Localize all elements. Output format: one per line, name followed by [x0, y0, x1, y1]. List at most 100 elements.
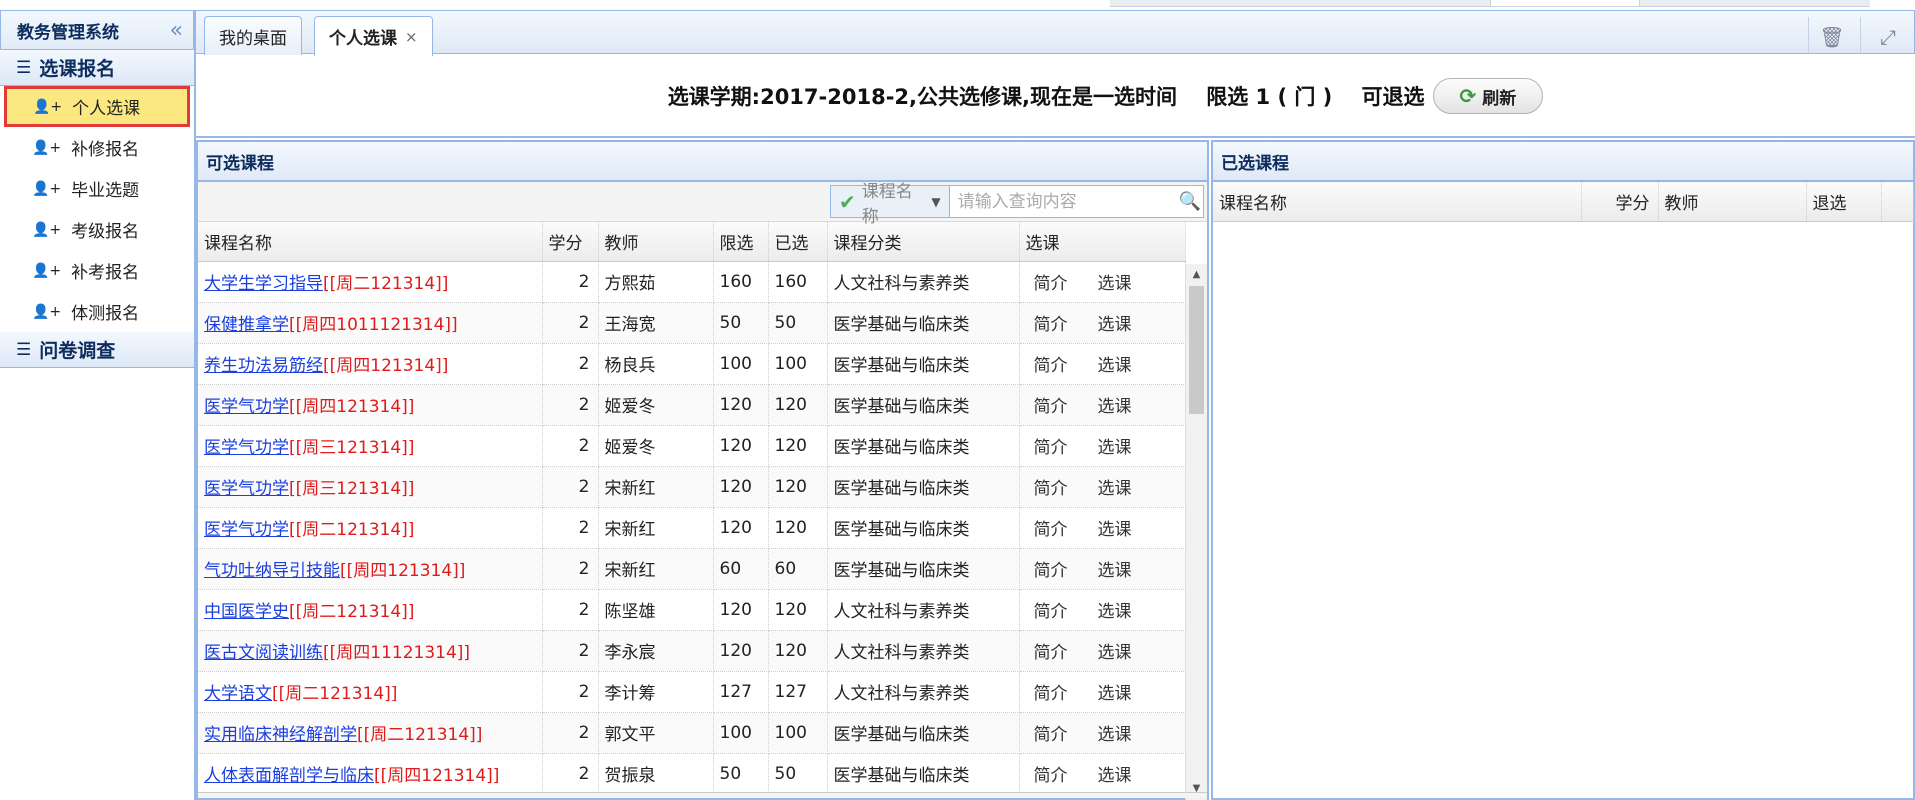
intro-link[interactable]: 简介: [1034, 684, 1068, 704]
select-course-link[interactable]: 选课: [1098, 520, 1132, 540]
credit-cell: 2: [542, 630, 599, 672]
sidebar-item-label: 考级报名: [71, 222, 140, 242]
course-name-link[interactable]: 人体表面解剖学与临床: [204, 766, 374, 786]
intro-link[interactable]: 简介: [1034, 725, 1068, 745]
intro-link[interactable]: 简介: [1034, 766, 1068, 786]
course-name-link[interactable]: 医学气功学: [204, 520, 289, 540]
course-time: [[周三121314]]: [289, 438, 415, 458]
sidebar-group-course-signup[interactable]: ☰ 选课报名: [0, 50, 194, 86]
tab-label: 个人选课: [329, 29, 397, 49]
action-cell: 简介 选课: [1019, 507, 1186, 549]
select-course-link[interactable]: 选课: [1098, 684, 1132, 704]
action-cell: 简介 选课: [1019, 343, 1186, 385]
course-name-link[interactable]: 实用临床神经解剖学: [204, 725, 357, 745]
select-course-link[interactable]: 选课: [1098, 315, 1132, 335]
sidebar-item-label: 个人选课: [72, 99, 141, 119]
column-header[interactable]: 课程名称: [1213, 182, 1582, 222]
column-header[interactable]: 教师: [1658, 182, 1807, 222]
course-name-cell: 大学生学习指导[[周二121314]]: [198, 261, 543, 303]
sidebar-item-makeup-exam[interactable]: 👤+ 补考报名: [0, 250, 194, 291]
sidebar-group-survey[interactable]: ☰ 问卷调查: [0, 332, 194, 368]
select-course-link[interactable]: 选课: [1098, 274, 1132, 294]
course-name-link[interactable]: 医古文阅读训练: [204, 643, 323, 663]
credit-cell: 2: [542, 466, 599, 508]
available-courses-body: 大学生学习指导[[周二121314]] 2 方熙茹 160 160 人文社科与素养类 简介选…: [198, 261, 1186, 795]
refresh-button[interactable]: ⟳ 刷新: [1432, 78, 1544, 114]
course-name-link[interactable]: 保健推拿学: [204, 315, 289, 335]
select-course-link[interactable]: 选课: [1098, 602, 1132, 622]
selected-count-cell: 160: [768, 261, 828, 303]
column-header[interactable]: 教师: [598, 222, 714, 262]
select-course-link[interactable]: 选课: [1098, 725, 1132, 745]
column-header[interactable]: 选课: [1019, 222, 1186, 262]
intro-link[interactable]: 简介: [1034, 438, 1068, 458]
action-cell: 简介 选课: [1019, 425, 1186, 467]
selection-info-text: 选课学期:2017-2018-2,公共选修课,现在是一选时间 限选 1 ( 门 …: [667, 85, 1425, 109]
course-name-link[interactable]: 养生功法易筋经: [204, 356, 323, 376]
course-name-link[interactable]: 中国医学史: [204, 602, 289, 622]
intro-link[interactable]: 简介: [1034, 520, 1068, 540]
course-time: [[周二121314]]: [272, 684, 398, 704]
select-course-link[interactable]: 选课: [1098, 643, 1132, 663]
column-header[interactable]: 退选: [1806, 182, 1882, 222]
teacher-cell: 宋新红: [598, 507, 714, 549]
intro-link[interactable]: 简介: [1034, 356, 1068, 376]
select-course-link[interactable]: 选课: [1098, 356, 1132, 376]
select-course-link[interactable]: 选课: [1098, 766, 1132, 786]
table-row: 医学气功学[[周三121314]] 2 姬爱冬 120 120 医学基础与临床类 简介 选课: [198, 425, 1186, 467]
collapse-icon[interactable]: «: [170, 18, 193, 43]
intro-link[interactable]: 简介: [1034, 561, 1068, 581]
sidebar-item-personal-course[interactable]: 👤+ 个人选课: [4, 86, 190, 127]
scroll-thumb[interactable]: [1189, 286, 1204, 414]
intro-link[interactable]: 简介: [1034, 479, 1068, 499]
intro-link[interactable]: 简介: [1034, 315, 1068, 335]
select-course-link[interactable]: 选课: [1098, 397, 1132, 417]
tab-my-desktop[interactable]: 我的桌面: [204, 16, 302, 55]
column-header[interactable]: 课程名称: [198, 222, 543, 262]
select-course-link[interactable]: 选课: [1098, 479, 1132, 499]
course-name-link[interactable]: 医学气功学: [204, 397, 289, 417]
column-header[interactable]: 学分: [542, 222, 599, 262]
fullscreen-icon[interactable]: ⤢: [1870, 23, 1906, 51]
search-category-dropdown[interactable]: ✔ 课程名称 ▼: [831, 182, 950, 227]
course-name-link[interactable]: 气功吐纳导引技能: [204, 561, 340, 581]
column-header[interactable]: 课程分类: [827, 222, 1020, 262]
course-name-link[interactable]: 大学生学习指导: [204, 274, 323, 294]
teacher-cell: 贺振泉: [598, 753, 714, 795]
select-course-link[interactable]: 选课: [1098, 561, 1132, 581]
selected-count-cell: 120: [768, 507, 828, 549]
column-header[interactable]: 限选: [713, 222, 769, 262]
course-name-link[interactable]: 大学语文: [204, 684, 272, 704]
intro-link[interactable]: 简介: [1034, 397, 1068, 417]
sidebar-group-label: 问卷调查: [39, 340, 116, 362]
course-name-cell: 气功吐纳导引技能[[周四121314]]: [198, 548, 543, 590]
selected-count-cell: 60: [768, 548, 828, 590]
category-cell: 医学基础与临床类: [827, 384, 1020, 426]
trash-icon[interactable]: 🗑: [1814, 23, 1850, 51]
search-icon[interactable]: 🔍: [1177, 191, 1203, 212]
sidebar-item-fitness-test[interactable]: 👤+ 体测报名: [0, 291, 194, 332]
intro-link[interactable]: 简介: [1034, 643, 1068, 663]
list-icon: ☰: [16, 57, 32, 78]
tab-personal-course[interactable]: 个人选课 ×: [314, 16, 433, 56]
course-name-link[interactable]: 医学气功学: [204, 479, 289, 499]
select-course-link[interactable]: 选课: [1098, 438, 1132, 458]
category-cell: 人文社科与素养类: [827, 630, 1020, 672]
action-cell: 简介 选课: [1019, 261, 1186, 303]
course-name-link[interactable]: 医学气功学: [204, 438, 289, 458]
category-cell: 医学基础与临床类: [827, 425, 1020, 467]
intro-link[interactable]: 简介: [1034, 602, 1068, 622]
search-input[interactable]: [949, 186, 1177, 217]
user-add-icon: 👤+: [32, 139, 62, 156]
table-scrollbar[interactable]: ▲ ▼: [1185, 264, 1207, 800]
column-header[interactable]: 学分: [1581, 182, 1659, 222]
close-icon[interactable]: ×: [405, 28, 418, 46]
sidebar-item-level-exam[interactable]: 👤+ 考级报名: [0, 209, 194, 250]
sidebar-item-graduation-topic[interactable]: 👤+ 毕业选题: [0, 168, 194, 209]
scroll-up-icon[interactable]: ▲: [1186, 264, 1207, 286]
limit-cell: 50: [713, 753, 769, 795]
column-header[interactable]: 已选: [768, 222, 828, 262]
course-name-cell: 实用临床神经解剖学[[周二121314]]: [198, 712, 543, 754]
intro-link[interactable]: 简介: [1034, 274, 1068, 294]
sidebar-item-makeup-signup[interactable]: 👤+ 补修报名: [0, 127, 194, 168]
